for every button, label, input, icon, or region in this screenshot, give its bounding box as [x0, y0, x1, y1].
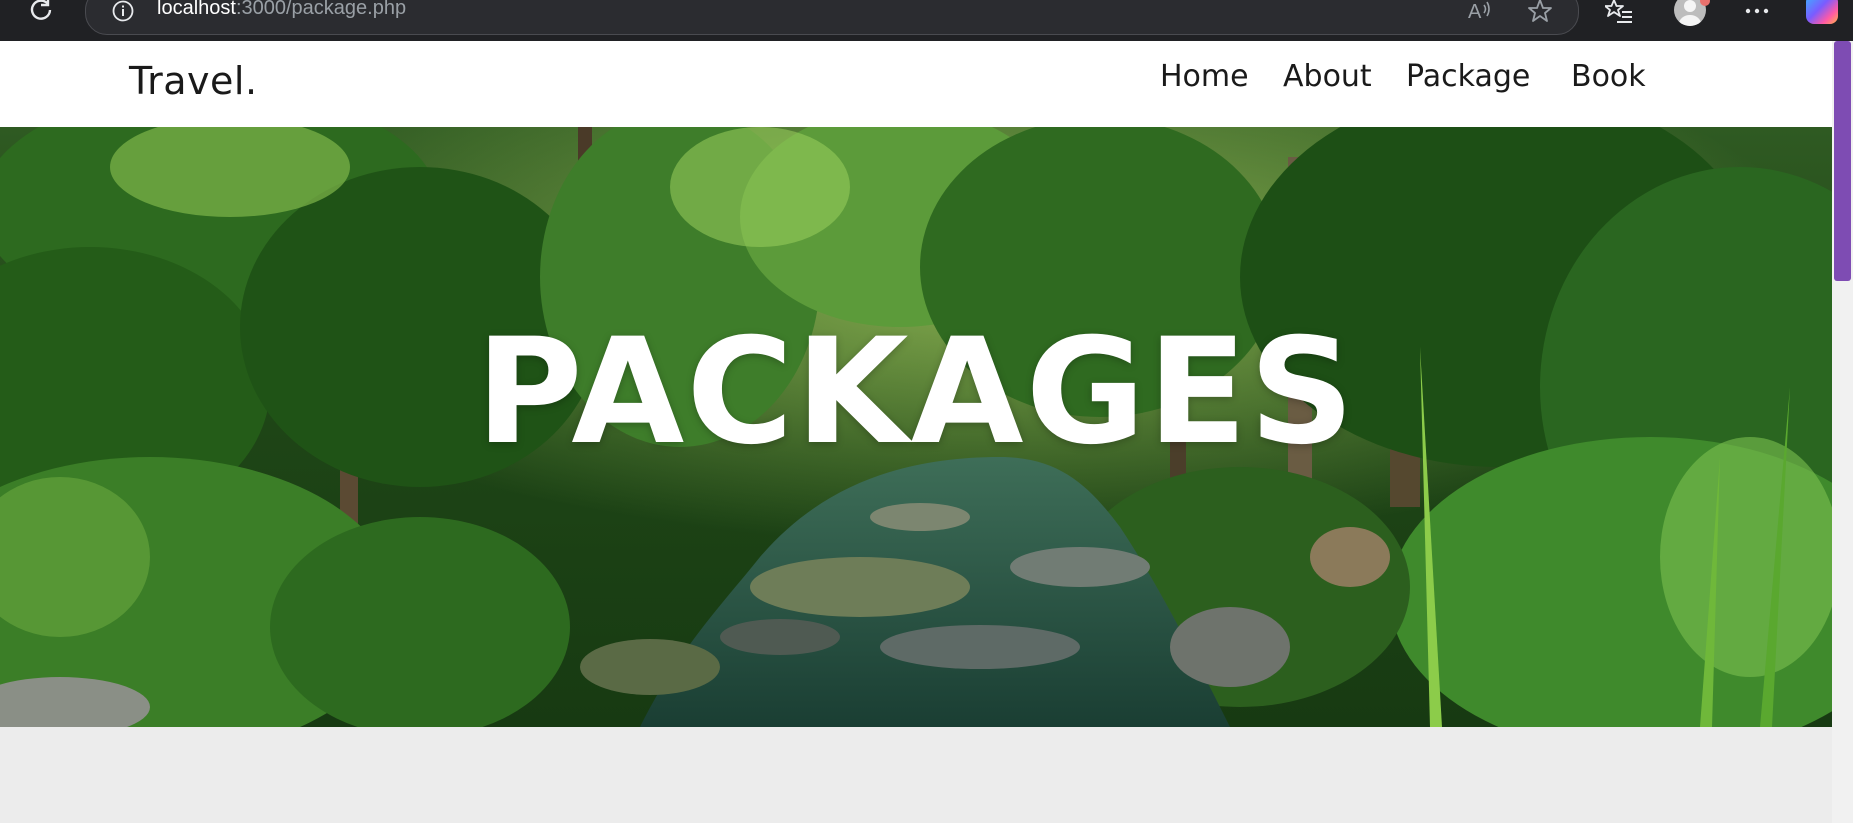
- nav-home[interactable]: Home: [1160, 59, 1249, 94]
- info-icon[interactable]: [112, 0, 134, 22]
- browser-toolbar: localhost:3000/package.php A: [0, 0, 1853, 41]
- favorites-list-icon[interactable]: [1604, 0, 1634, 26]
- svg-text:A: A: [1468, 1, 1482, 23]
- read-aloud-icon[interactable]: A: [1464, 0, 1494, 26]
- more-icon[interactable]: [1742, 0, 1772, 26]
- notification-dot: [1700, 0, 1710, 6]
- favorite-star-icon[interactable]: [1525, 0, 1555, 26]
- site-navbar: Travel. Home About Package Book: [0, 41, 1832, 127]
- reload-icon[interactable]: [26, 0, 56, 24]
- copilot-icon[interactable]: [1806, 0, 1838, 24]
- url-path: :3000/package.php: [235, 0, 407, 19]
- nav-package[interactable]: Package: [1406, 59, 1530, 94]
- content-area: [0, 727, 1832, 823]
- nav-about[interactable]: About: [1283, 59, 1372, 94]
- site-logo[interactable]: Travel.: [129, 59, 258, 103]
- page-scrollbar-thumb[interactable]: [1834, 41, 1851, 281]
- page: Travel. Home About Package Book PACKAGES: [0, 41, 1832, 823]
- hero-banner: PACKAGES: [0, 127, 1832, 727]
- url-text[interactable]: localhost:3000/package.php: [157, 0, 406, 20]
- nav-book[interactable]: Book: [1571, 59, 1646, 94]
- url-host: localhost: [157, 0, 236, 19]
- hero-title: PACKAGES: [475, 307, 1357, 477]
